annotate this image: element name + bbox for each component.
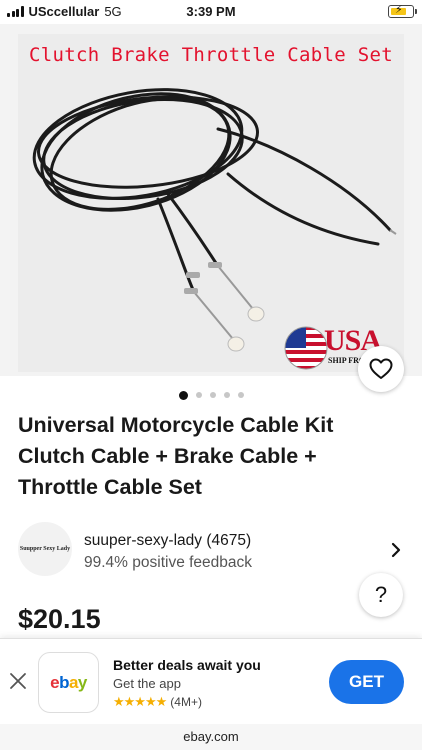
carousel-dot[interactable] — [195, 392, 202, 398]
seller-feedback: 99.4% positive feedback — [84, 554, 253, 571]
url-bar[interactable]: ebay.com — [0, 724, 422, 750]
banner-subtitle: Get the app — [113, 676, 181, 691]
rating-count: (4M+) — [170, 695, 202, 709]
help-button[interactable]: ? — [359, 573, 403, 617]
watchlist-button[interactable] — [358, 346, 404, 392]
seller-name[interactable]: suuper-sexy-lady (4675) — [84, 532, 251, 550]
app-rating: ★★★★★ (4M+) — [113, 694, 202, 710]
carousel-dot[interactable] — [178, 390, 188, 400]
clock: 3:39 PM — [186, 4, 236, 19]
banner-title: Better deals await you — [113, 657, 261, 673]
chevron-right-icon[interactable] — [390, 542, 402, 558]
seller-info[interactable]: Suupper Sexy Lady suuper-sexy-lady (4675… — [18, 522, 408, 578]
battery-icon: ⚡ — [388, 4, 417, 18]
carousel-dot[interactable] — [223, 392, 230, 398]
seller-avatar[interactable]: Suupper Sexy Lady — [18, 522, 72, 576]
heart-icon — [369, 358, 393, 379]
status-bar: USccellular 5G 3:39 PM ⚡ — [0, 0, 422, 24]
close-icon[interactable] — [8, 671, 28, 691]
app-install-banner: ebay Better deals await you Get the app … — [0, 638, 422, 724]
carousel-dot[interactable] — [209, 392, 216, 398]
ebay-logo: ebay — [38, 652, 99, 713]
item-price: $20.15 — [18, 604, 101, 634]
star-icon: ★★★★★ — [113, 694, 167, 709]
item-title: Universal Motorcycle Cable Kit Clutch Ca… — [18, 413, 334, 499]
carousel-indicator[interactable] — [0, 390, 422, 400]
product-image[interactable]: Clutch Brake Throttle Cable Set USA SHIP… — [0, 24, 422, 376]
image-overlay-title: Clutch Brake Throttle Cable Set — [29, 44, 393, 66]
get-app-button[interactable]: GET — [329, 660, 404, 704]
carousel-dot[interactable] — [237, 392, 244, 398]
us-flag-icon — [284, 326, 328, 370]
